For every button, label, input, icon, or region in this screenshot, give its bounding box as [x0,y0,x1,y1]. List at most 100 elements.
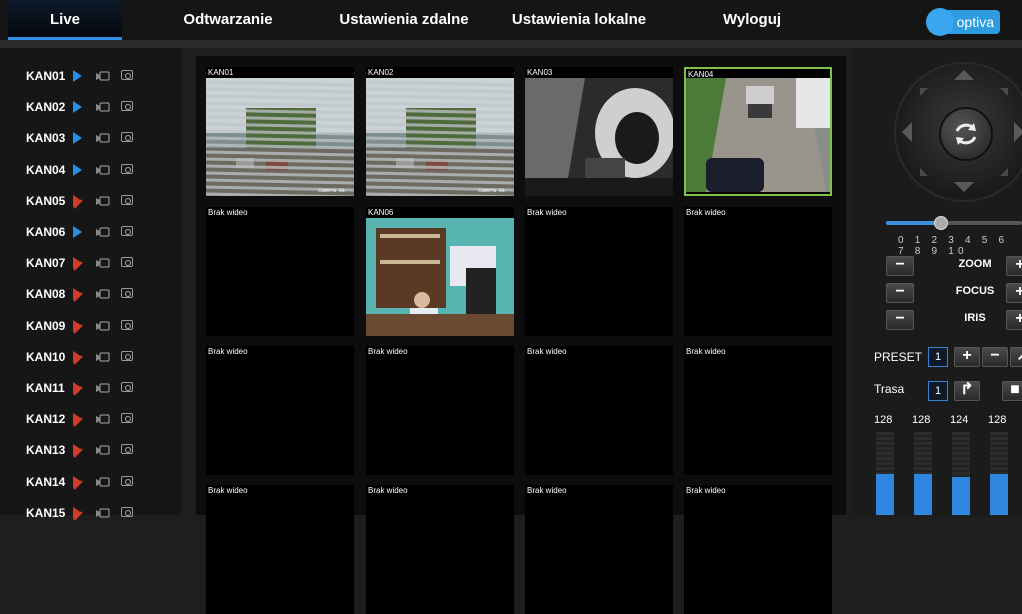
pan-down-left-arrow-icon[interactable] [920,168,928,176]
empty-video-tile[interactable]: Brak wideo [684,485,832,614]
record-icon[interactable] [96,288,110,299]
video-tile[interactable]: KAN04 [684,67,832,196]
record-icon[interactable] [96,164,110,175]
empty-video-tile[interactable]: Brak wideo [684,207,832,336]
tab-local-settings[interactable]: Ustawienia lokalne [506,0,652,40]
empty-video-tile[interactable]: Brak wideo [525,207,673,336]
trasa-start-button[interactable]: ↱ [954,381,980,401]
snapshot-icon[interactable] [121,382,133,392]
snapshot-icon[interactable] [121,163,133,174]
video-tile[interactable]: KAN02 Camera 01 [366,67,514,196]
empty-video-tile[interactable]: Brak wideo [525,346,673,475]
record-icon[interactable] [96,476,110,487]
channel-row[interactable]: KAN02 [0,91,182,123]
record-icon[interactable] [96,195,110,206]
preset-goto-button[interactable]: ↗ [1010,347,1022,367]
snapshot-icon[interactable] [121,413,133,424]
video-tile[interactable]: KAN01 Camera 01 [206,67,354,196]
tab-remote-settings[interactable]: Ustawienia zdalne [332,0,476,40]
play-icon[interactable] [73,101,82,114]
record-icon[interactable] [96,382,110,393]
level-meter[interactable] [990,432,1008,515]
play-icon[interactable] [73,226,82,238]
empty-video-tile[interactable]: Brak wideo [525,485,673,614]
level-meter[interactable] [952,432,970,515]
channel-row[interactable]: KAN11 [0,372,182,404]
pan-down-arrow-icon[interactable] [954,182,974,192]
speed-slider-handle[interactable] [934,216,949,230]
channel-row[interactable]: KAN05 [0,185,182,217]
record-icon[interactable] [96,351,110,362]
iris-plus-button[interactable]: + [1006,310,1022,330]
ptz-speed-slider[interactable] [886,216,1022,230]
focus-plus-button[interactable]: + [1006,283,1022,303]
preset-remove-button[interactable]: − [982,347,1008,367]
channel-row[interactable]: KAN14 [0,466,182,498]
pan-right-arrow-icon[interactable] [1014,122,1022,142]
channel-row[interactable]: KAN09 [0,310,182,342]
record-icon[interactable] [96,70,110,81]
pan-up-right-arrow-icon[interactable] [1000,88,1008,96]
channel-row[interactable]: KAN13 [0,434,182,466]
level-meter[interactable] [876,432,894,515]
zoom-in-button[interactable]: + [1006,256,1022,276]
snapshot-icon[interactable] [121,194,133,205]
snapshot-icon[interactable] [121,444,133,455]
channel-row[interactable]: KAN12 [0,403,182,435]
play-icon[interactable] [73,132,82,145]
snapshot-icon[interactable] [121,350,133,361]
empty-video-tile[interactable]: Brak wideo [366,346,514,475]
snapshot-icon[interactable] [121,257,133,268]
record-icon[interactable] [96,226,110,237]
trasa-number-field[interactable]: 1 [928,381,948,401]
record-icon[interactable] [96,132,110,143]
focus-minus-button[interactable]: − [886,283,914,303]
channel-row[interactable]: KAN03 [0,122,182,154]
channel-row[interactable]: KAN15 [0,497,182,529]
preset-add-button[interactable]: + [954,347,980,367]
preset-number-field[interactable]: 1 [928,347,948,367]
record-icon[interactable] [96,413,110,424]
channel-row[interactable]: KAN06 [0,216,182,248]
snapshot-icon[interactable] [121,475,133,486]
snapshot-icon[interactable] [121,288,133,299]
empty-video-tile[interactable]: Brak wideo [366,485,514,614]
channel-row[interactable]: KAN07 [0,247,182,279]
record-icon[interactable] [96,257,110,268]
snapshot-icon[interactable] [121,101,133,112]
tab-live[interactable]: Live [8,0,122,40]
channel-row[interactable]: KAN08 [0,278,182,310]
snapshot-icon[interactable] [121,132,133,143]
pan-down-right-arrow-icon[interactable] [1000,168,1008,176]
record-icon[interactable] [96,507,110,518]
empty-video-tile[interactable]: Brak wideo [206,207,354,336]
snapshot-icon[interactable] [121,319,133,330]
play-icon[interactable] [73,70,82,82]
snapshot-icon[interactable] [121,70,133,80]
channel-row[interactable]: KAN01 [0,60,182,92]
video-tile[interactable]: KAN03 [525,67,673,196]
empty-video-tile[interactable]: Brak wideo [206,485,354,614]
pan-up-arrow-icon[interactable] [954,70,974,80]
play-icon[interactable] [73,163,82,176]
record-icon[interactable] [96,320,110,331]
record-icon[interactable] [96,444,110,455]
video-tile[interactable]: KAN06 [366,207,514,336]
channel-row[interactable]: KAN04 [0,154,182,186]
channel-row[interactable]: KAN10 [0,341,182,373]
empty-video-tile[interactable]: Brak wideo [684,346,832,475]
pan-up-left-arrow-icon[interactable] [920,88,928,96]
auto-scan-button[interactable] [939,107,993,161]
record-icon[interactable] [96,101,110,112]
snapshot-icon[interactable] [121,506,133,517]
empty-video-tile[interactable]: Brak wideo [206,346,354,475]
snapshot-icon[interactable] [121,226,133,236]
iris-minus-button[interactable]: − [886,310,914,330]
tab-playback[interactable]: Odtwarzanie [168,0,288,40]
tab-logout[interactable]: Wyloguj [700,0,804,40]
pan-left-arrow-icon[interactable] [902,122,912,142]
ptz-direction-pad[interactable] [894,62,1022,202]
level-meter[interactable] [914,432,932,515]
trasa-stop-button[interactable]: ■ [1002,381,1022,401]
zoom-out-button[interactable]: − [886,256,914,276]
